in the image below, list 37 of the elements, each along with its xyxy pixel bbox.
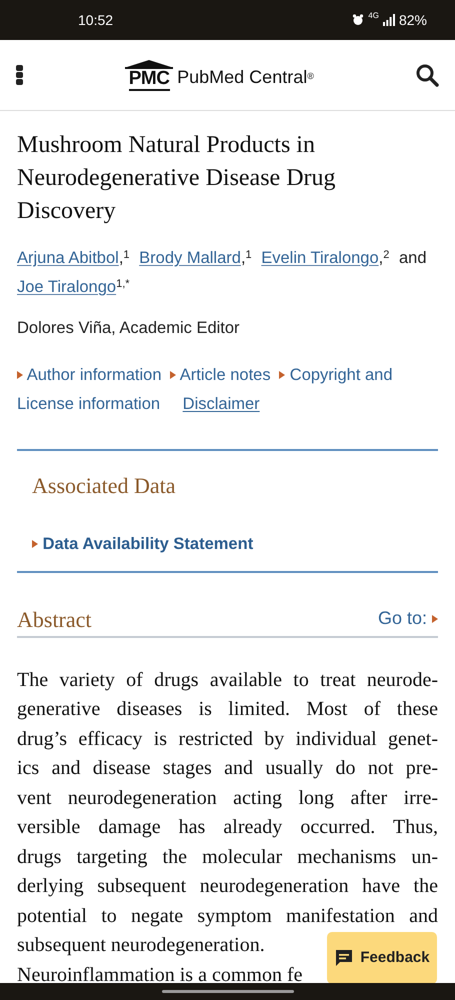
author-separator: , (118, 249, 124, 267)
logo-text: PubMed Central$^{®}$ (177, 68, 314, 86)
affiliation-mark: 2 (383, 248, 390, 260)
abstract-text: Neuroinflammation is a common fe (17, 962, 302, 988)
battery-level: 82% (398, 10, 427, 30)
triangle-icon (17, 371, 23, 380)
affiliation-mark: 1,* (116, 278, 130, 290)
menu-icon[interactable] (16, 65, 24, 85)
data-availability-toggle[interactable]: Data Availability Statement (32, 532, 438, 556)
section-heading: Associated Data (31, 472, 177, 500)
affiliation-mark: 1 (123, 248, 130, 260)
network-type: 4G (368, 12, 379, 20)
author-link[interactable]: Brody Mallard (139, 249, 241, 267)
clock: 10:52 (78, 10, 114, 30)
feedback-button[interactable]: Feedback (327, 932, 437, 984)
author-separator: , (378, 249, 384, 267)
affiliation-mark: 1 (246, 248, 252, 260)
alarm-icon (352, 14, 364, 26)
author-separator: , (240, 249, 246, 267)
logo[interactable]: PMC (125, 59, 174, 91)
search-icon[interactable] (415, 63, 439, 87)
chat-icon (334, 948, 354, 968)
author-link[interactable]: Joe Tiralongo (17, 278, 116, 296)
goto-link[interactable]: Go to: (378, 604, 438, 632)
author-link[interactable]: Arjuna Abitbol (17, 249, 119, 267)
triangle-icon (432, 614, 438, 623)
signal-icon (382, 14, 395, 26)
abstract-text: subsequent neurodegeneration. (17, 933, 265, 958)
conjunction: and (398, 249, 426, 267)
article-title: Mushroom Natural Products in Neurodegenerative Disease Drug Discovery (17, 131, 337, 226)
article-info-links[interactable]: Author information Article notes Copyright and License information Disclaimer (17, 360, 438, 419)
author-link[interactable]: Evelin Tiralongo (261, 249, 379, 267)
triangle-icon (32, 540, 38, 548)
triangle-icon (279, 371, 286, 380)
academic-editor: Dolores Viña, Academic Editor (17, 318, 241, 339)
triangle-icon (170, 371, 176, 380)
section-heading: Abstract (17, 606, 92, 634)
